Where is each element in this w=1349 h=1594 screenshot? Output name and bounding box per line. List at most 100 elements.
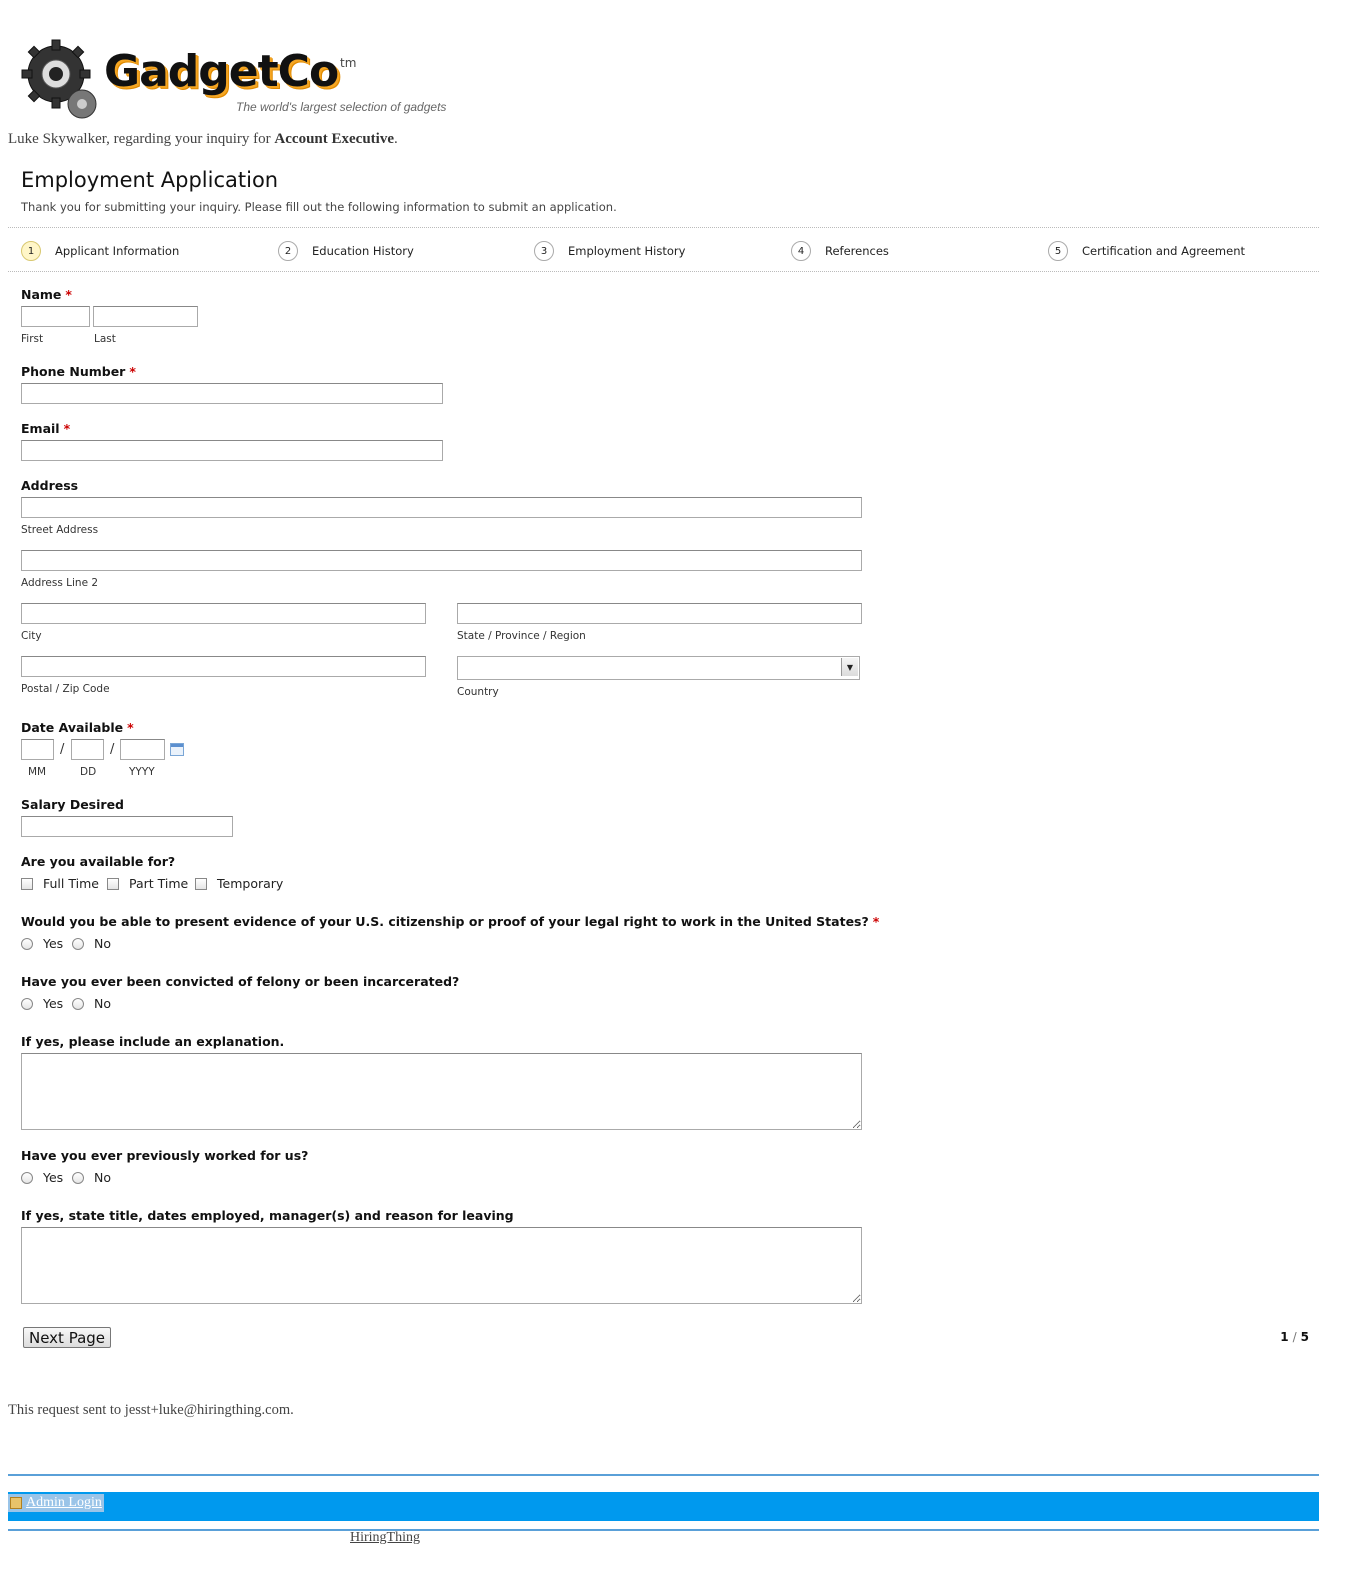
city-caption: City [21,630,42,642]
street-address-input[interactable] [21,497,862,518]
radio-circle[interactable] [21,937,33,950]
state-input[interactable] [457,603,862,624]
previous-employment-label: Have you ever previously worked for us? [21,1148,309,1163]
checkbox-box[interactable] [107,877,119,890]
phone-input[interactable] [21,383,443,404]
step-number: 1 [21,241,41,261]
step-number: 5 [1048,241,1068,261]
phone-label: Phone Number * [21,364,136,379]
radio-circle[interactable] [21,997,33,1010]
address-line2-caption: Address Line 2 [21,577,99,589]
step-applicant-information[interactable]: 1 Applicant Information [21,240,179,262]
step-references[interactable]: 4 References [791,240,889,262]
previous-details-textarea[interactable] [21,1227,862,1304]
option-label: Yes [43,996,64,1011]
last-name-input[interactable] [93,306,198,327]
option-label: Yes [43,936,64,951]
label-text: Date Available [21,720,124,735]
lock-icon [10,1497,22,1509]
full-time-checkbox[interactable]: Full Time [21,876,99,891]
radio-circle[interactable] [72,937,84,950]
option-label: Temporary [217,876,284,891]
option-label: No [94,1170,111,1185]
explanation-textarea[interactable] [21,1053,862,1130]
sent-to-notice: This request sent to jesst+luke@hiringth… [8,1402,294,1418]
footer-divider [8,1474,1319,1476]
page-indicator: 1/5 [1280,1330,1309,1344]
citizenship-yes-radio[interactable]: Yes [21,936,63,951]
step-certification-agreement[interactable]: 5 Certification and Agreement [1048,240,1245,262]
hiringthing-link[interactable]: HiringThing [350,1530,420,1546]
calendar-icon[interactable] [170,743,184,756]
date-month-input[interactable] [21,739,54,760]
country-select[interactable]: ▼ [457,656,860,680]
email-input[interactable] [21,440,443,461]
first-name-input[interactable] [21,306,90,327]
greeting: Luke Skywalker, regarding your inquiry f… [8,131,398,148]
option-label: Part Time [129,876,189,891]
address-line2-input[interactable] [21,550,862,571]
year-caption: YYYY [129,766,155,778]
date-available-label: Date Available * [21,720,134,735]
country-caption: Country [457,686,499,698]
felony-yes-radio[interactable]: Yes [21,996,63,1011]
checkbox-box[interactable] [195,877,207,890]
admin-bar [8,1492,1319,1521]
postal-code-input[interactable] [21,656,426,677]
admin-login-link[interactable]: Admin Login [8,1494,104,1512]
chevron-down-icon[interactable]: ▼ [841,658,858,676]
position-title: Account Executive [274,131,394,147]
brand-name: GadgetCo [104,46,339,97]
date-day-input[interactable] [71,739,104,760]
previous-yes-radio[interactable]: Yes [21,1170,63,1185]
step-label: Applicant Information [55,244,180,258]
required-mark: * [872,914,880,929]
day-caption: DD [80,766,97,778]
required-mark: * [65,287,72,302]
city-input[interactable] [21,603,426,624]
form-description: Thank you for submitting your inquiry. P… [21,200,617,214]
step-employment-history[interactable]: 3 Employment History [534,240,685,262]
date-separator: / [60,742,65,757]
salary-input[interactable] [21,816,233,837]
company-logo: GadgetCo tm The world's largest selectio… [18,38,458,122]
form-title: Employment Application [21,168,279,192]
felony-no-radio[interactable]: No [72,996,111,1011]
admin-login-text[interactable]: Admin Login [26,1495,102,1511]
checkbox-box[interactable] [21,877,33,890]
label-text: Name [21,287,62,302]
previous-no-radio[interactable]: No [72,1170,111,1185]
first-name-caption: First [21,333,44,345]
greeting-suffix: . [393,131,398,147]
label-text: Would you be able to present evidence of… [21,914,869,929]
next-page-button[interactable]: Next Page [23,1327,111,1348]
option-label: Yes [43,1170,64,1185]
footer-divider [8,1529,1319,1531]
month-caption: MM [28,766,47,778]
email-label: Email * [21,421,70,436]
brand-tagline: The world's largest selection of gadgets [236,100,447,114]
required-mark: * [63,421,71,436]
label-text: Phone Number [21,364,126,379]
date-year-input[interactable] [120,739,165,760]
availability-label: Are you available for? [21,854,176,869]
radio-circle[interactable] [72,1171,84,1184]
state-caption: State / Province / Region [457,630,586,642]
radio-circle[interactable] [72,997,84,1010]
citizenship-no-radio[interactable]: No [72,936,111,951]
temporary-checkbox[interactable]: Temporary [195,876,283,891]
name-label: Name * [21,287,72,302]
step-label: Employment History [568,244,686,258]
explanation-label: If yes, please include an explanation. [21,1034,285,1049]
step-number: 2 [278,241,298,261]
radio-circle[interactable] [21,1171,33,1184]
page-current: 1 [1280,1330,1289,1344]
divider [8,271,1319,272]
salary-label: Salary Desired [21,797,124,812]
step-education-history[interactable]: 2 Education History [278,240,414,262]
citizenship-label: Would you be able to present evidence of… [21,914,879,929]
trademark: tm [340,56,357,70]
part-time-checkbox[interactable]: Part Time [107,876,188,891]
label-text: Email [21,421,60,436]
step-label: Certification and Agreement [1082,244,1245,258]
